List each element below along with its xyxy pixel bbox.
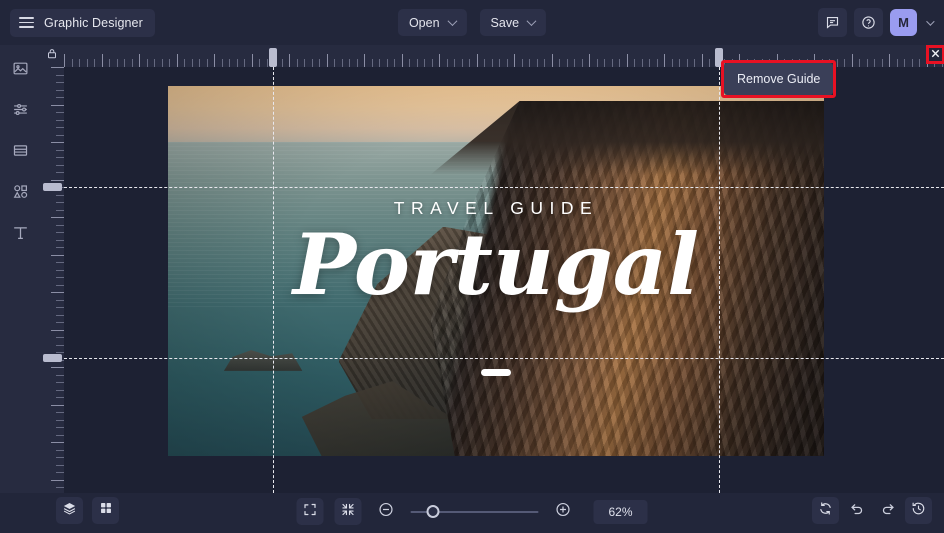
- zoom-level-value[interactable]: 62%: [593, 499, 648, 524]
- comments-button[interactable]: [818, 8, 847, 37]
- help-button[interactable]: [854, 8, 883, 37]
- shapes-icon: [12, 183, 29, 205]
- account-chevron-down-icon[interactable]: [926, 16, 935, 26]
- sidebar-item-layouts[interactable]: [7, 141, 33, 165]
- image-icon: [12, 60, 29, 82]
- collapse-icon: [341, 502, 356, 522]
- chevron-down-icon: [447, 16, 457, 27]
- layers-icon: [62, 501, 77, 521]
- text-icon: [11, 223, 30, 247]
- bottom-toolbar: 62%: [0, 493, 944, 533]
- zoom-out-button[interactable]: [373, 498, 400, 525]
- chevron-down-icon: [526, 16, 537, 27]
- remove-guide-tooltip[interactable]: Remove Guide: [724, 63, 834, 95]
- canvas-area[interactable]: TRAVEL GUIDE Portugal: [64, 67, 944, 493]
- save-button[interactable]: Save: [479, 9, 547, 36]
- collapse-view-button[interactable]: [334, 498, 362, 525]
- hamburger-icon: [19, 17, 34, 28]
- lock-icon: [46, 47, 58, 65]
- history-clock-icon: [911, 501, 926, 521]
- artboard[interactable]: TRAVEL GUIDE Portugal: [168, 86, 824, 456]
- refresh-button[interactable]: [812, 497, 839, 524]
- remove-guide-tooltip-highlight: Remove Guide: [721, 60, 837, 98]
- top-toolbar: Graphic Designer Open Save M: [0, 0, 944, 45]
- zoom-in-icon: [555, 501, 572, 523]
- close-x-icon: [930, 46, 941, 64]
- open-button-label: Open: [408, 15, 440, 30]
- fit-screen-icon: [303, 502, 318, 522]
- layers-button[interactable]: [56, 497, 83, 524]
- zoom-in-button[interactable]: [550, 498, 577, 525]
- pages-button[interactable]: [92, 497, 119, 524]
- help-circle-icon: [861, 15, 876, 30]
- zoom-slider-thumb[interactable]: [426, 505, 440, 518]
- artboard-divider-dash[interactable]: [481, 369, 511, 376]
- avatar[interactable]: M: [890, 9, 917, 36]
- ruler-lock-button[interactable]: [40, 45, 64, 67]
- sidebar-item-elements[interactable]: [7, 182, 33, 206]
- app-title: Graphic Designer: [44, 15, 143, 30]
- layout-icon: [12, 142, 29, 164]
- undo-button[interactable]: [843, 497, 870, 524]
- history-controls: [812, 497, 932, 524]
- graphic-designer-app: Graphic Designer Open Save M TRAVEL GUID…: [0, 0, 944, 533]
- fit-screen-button[interactable]: [296, 498, 324, 525]
- zoom-slider[interactable]: [410, 504, 539, 520]
- open-button[interactable]: Open: [397, 9, 467, 36]
- tool-rail: [0, 45, 40, 493]
- artboard-title-text[interactable]: Portugal: [168, 220, 824, 309]
- zoom-controls: 62%: [296, 498, 648, 525]
- file-actions: Open Save: [397, 9, 547, 36]
- sliders-icon: [12, 101, 29, 123]
- account-actions: M: [818, 8, 935, 37]
- sidebar-item-images[interactable]: [7, 59, 33, 83]
- zoom-out-icon: [378, 501, 395, 523]
- close-button[interactable]: [926, 45, 944, 64]
- ruler-guide-handle[interactable]: [269, 48, 277, 67]
- grid-pages-icon: [99, 501, 113, 520]
- undo-icon: [849, 500, 865, 521]
- ruler-guide-handle[interactable]: [43, 183, 62, 191]
- app-menu-button[interactable]: Graphic Designer: [10, 8, 155, 37]
- redo-button[interactable]: [874, 497, 901, 524]
- save-button-label: Save: [490, 15, 520, 30]
- history-button[interactable]: [905, 497, 932, 524]
- redo-icon: [880, 500, 896, 521]
- refresh-icon: [818, 501, 833, 521]
- comment-icon: [825, 15, 840, 30]
- ruler-guide-handle[interactable]: [43, 354, 62, 362]
- sidebar-item-adjustments[interactable]: [7, 100, 33, 124]
- panel-toggles: [56, 497, 119, 524]
- vertical-ruler[interactable]: [40, 67, 64, 493]
- sidebar-item-text[interactable]: [7, 223, 33, 247]
